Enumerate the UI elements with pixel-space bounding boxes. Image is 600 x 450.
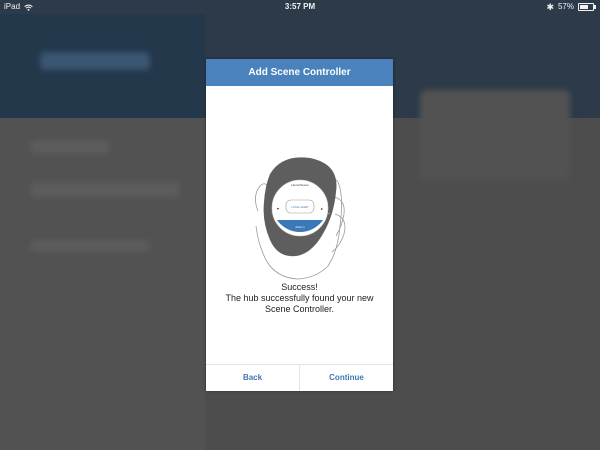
background-item-blur bbox=[30, 240, 150, 252]
plus-icon: + bbox=[328, 211, 330, 215]
success-message: Success! The hub successfully found your… bbox=[214, 282, 385, 315]
add-scene-controller-dialog: Add Scene Controller Home/Scene LOCAL AL… bbox=[206, 59, 393, 391]
battery-percent: 57% bbox=[557, 2, 574, 11]
dial-center-label: LOCAL ALERT bbox=[291, 205, 309, 209]
minus-icon: − bbox=[271, 211, 273, 215]
scene-controller-in-hand-illustration: Home/Scene LOCAL ALERT Action 1 ▾ ▸ − + bbox=[255, 157, 346, 280]
bluetooth-icon: ✱ bbox=[546, 2, 554, 12]
status-bar: iPad 3:57 PM ✱ 57% bbox=[0, 0, 600, 14]
background-title-blur bbox=[40, 52, 150, 70]
continue-button[interactable]: Continue bbox=[299, 365, 393, 391]
dial-top-label: Home/Scene bbox=[291, 183, 309, 187]
background-item-blur bbox=[30, 182, 180, 198]
background-item-blur bbox=[30, 140, 110, 154]
dialog-footer: Back Continue bbox=[206, 364, 393, 391]
success-detail: The hub successfully found your new Scen… bbox=[225, 293, 374, 314]
background-content-blur bbox=[420, 90, 570, 180]
back-button[interactable]: Back bbox=[206, 365, 299, 391]
status-time: 3:57 PM bbox=[284, 2, 316, 11]
dial-right-arrow-icon: ▸ bbox=[321, 206, 323, 211]
battery-icon bbox=[578, 3, 596, 11]
dial-left-arrow-icon: ▾ bbox=[277, 206, 279, 211]
dial-bottom-label: Action 1 bbox=[295, 225, 305, 229]
dialog-title: Add Scene Controller bbox=[206, 59, 393, 86]
success-heading: Success! bbox=[281, 282, 318, 292]
background-side-panel bbox=[0, 118, 205, 450]
